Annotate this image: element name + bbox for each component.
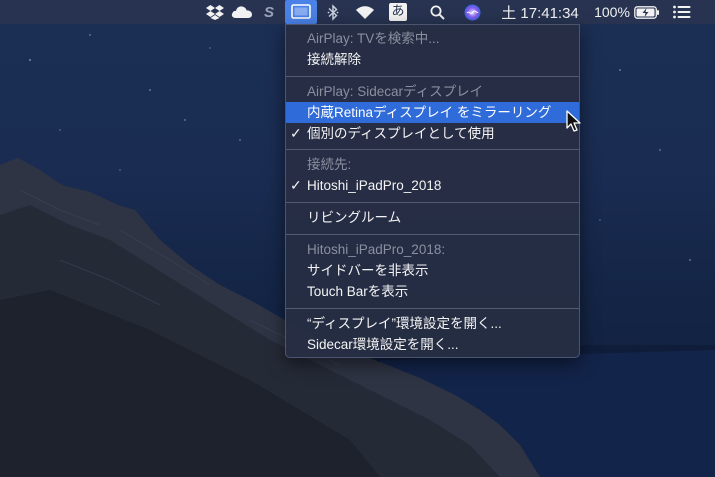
menu-separator [286, 149, 579, 150]
input-method-icon[interactable]: あ [387, 0, 409, 24]
show-touch-bar-item[interactable]: Touch Barを表示 [286, 281, 579, 302]
input-method-label: あ [389, 3, 407, 21]
airplay-display-icon[interactable] [285, 0, 317, 24]
airplay-searching-header: AirPlay: TVを検索中... [307, 31, 440, 46]
menu-separator [286, 76, 579, 77]
ipad-device-item[interactable]: ✓ Hitoshi_iPadPro_2018 [286, 175, 579, 196]
living-room-item[interactable]: リビングルーム [286, 207, 579, 228]
mouse-cursor-icon [566, 110, 581, 132]
ipad-device-label: Hitoshi_iPadPro_2018 [307, 178, 442, 193]
mirror-retina-display-item[interactable]: 内蔵Retinaディスプレイ をミラーリング [286, 102, 579, 123]
s-app-icon[interactable]: S [258, 0, 280, 24]
siri-icon[interactable] [461, 0, 483, 24]
open-sidecar-preferences-item[interactable]: Sidecar環境設定を開く... [286, 334, 579, 355]
wifi-icon[interactable] [352, 0, 378, 24]
ipad-options-header: Hitoshi_iPadPro_2018: [307, 242, 446, 257]
menu-separator [286, 234, 579, 235]
battery-icon[interactable] [632, 0, 662, 24]
use-as-separate-display-label: 個別のディスプレイとして使用 [307, 126, 495, 141]
menubar-clock[interactable]: 土 17:41:34 [495, 0, 585, 24]
bluetooth-icon[interactable] [322, 0, 344, 24]
hide-sidebar-item[interactable]: サイドバーを非表示 [286, 260, 579, 281]
control-list-icon[interactable] [670, 0, 694, 24]
battery-percent[interactable]: 100% [594, 0, 630, 24]
menu-separator [286, 308, 579, 309]
use-as-separate-display-item[interactable]: ✓ 個別のディスプレイとして使用 [286, 123, 579, 144]
checkmark-icon: ✓ [290, 177, 302, 193]
menu-bar: S あ 土 17:41:34 100% [0, 0, 715, 24]
disconnect-item[interactable]: 接続解除 [286, 49, 579, 70]
open-display-preferences-item[interactable]: “ディスプレイ”環境設定を開く... [286, 313, 579, 334]
menu-separator [286, 202, 579, 203]
connect-to-header: 接続先: [307, 157, 352, 172]
display-dropdown-menu: AirPlay: TVを検索中... 接続解除 AirPlay: Sidecar… [285, 24, 580, 358]
sidecar-display-header: AirPlay: Sidecarディスプレイ [307, 84, 484, 99]
checkmark-icon: ✓ [290, 125, 302, 141]
search-icon[interactable] [426, 0, 448, 24]
icloud-icon[interactable] [229, 0, 255, 24]
dropbox-icon[interactable] [204, 0, 226, 24]
